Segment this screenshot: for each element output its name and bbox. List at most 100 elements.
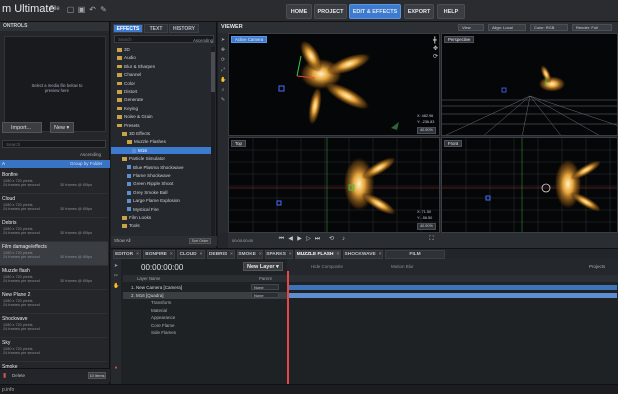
close-tab-icon[interactable]: × xyxy=(136,252,139,257)
group-header[interactable]: A Group by Folder xyxy=(0,160,110,168)
effect-tree-item[interactable]: Flame Shockwave xyxy=(111,172,211,179)
playhead[interactable] xyxy=(287,271,289,384)
save-icon[interactable]: ▣ xyxy=(77,5,86,14)
pen-tool-icon[interactable]: ✎ xyxy=(220,97,226,103)
rotate-tool-icon[interactable]: ⟳ xyxy=(220,57,226,63)
viewport-active-camera[interactable]: Active Camera X: 482.96 Y: -236.83 40.50… xyxy=(228,33,440,136)
media-sort-label[interactable]: Ascending xyxy=(80,152,101,157)
move-tool-icon[interactable]: ✥ xyxy=(220,47,226,53)
comp-tab[interactable]: FILM DAMAGE/EFFECTS× xyxy=(385,250,445,265)
nav-edit-effects[interactable]: EDIT & EFFECTS xyxy=(349,4,401,19)
close-tab-icon[interactable]: × xyxy=(259,252,262,257)
zoom-tool-icon[interactable]: ⌕ xyxy=(220,87,226,93)
tab-effects[interactable]: EFFECTS xyxy=(113,24,143,33)
effect-tree-item[interactable]: Blur & Sharpen xyxy=(111,63,211,70)
comp-tab[interactable]: SHOCKWAVE × xyxy=(343,250,383,259)
comp-tab[interactable]: EDITOR × xyxy=(113,250,141,259)
motion-blur-toggle[interactable]: Motion Blur xyxy=(391,264,414,269)
new-file-icon[interactable]: ▢ xyxy=(66,5,75,14)
nav-home[interactable]: HOME xyxy=(286,4,312,19)
close-tab-icon[interactable]: × xyxy=(170,252,173,257)
effect-tree-item[interactable]: Blue Plasma Shockwave xyxy=(111,164,211,171)
viewport-label-front[interactable]: Front xyxy=(444,140,463,147)
viewport-front[interactable]: Front xyxy=(441,137,618,233)
pan-tool-icon[interactable]: ✋ xyxy=(220,77,226,83)
effect-tree-item[interactable]: Large Flame Explosion xyxy=(111,197,211,204)
effects-sort-label[interactable]: Ascending xyxy=(193,37,213,44)
timeline-timecode[interactable]: 00:00:00:00 xyxy=(141,263,183,272)
effect-tree-item[interactable]: Muzzle Flashes xyxy=(111,138,211,145)
align-dropdown[interactable]: Align: Local xyxy=(488,24,526,31)
comp-tab[interactable]: CLOUD × xyxy=(177,250,205,259)
skip-start-icon[interactable]: ⏮ xyxy=(278,236,285,243)
close-tab-icon[interactable]: × xyxy=(336,252,339,257)
effect-tree-item[interactable]: Distort xyxy=(111,88,211,95)
layer-row[interactable]: 2. M16 [Quadra] None xyxy=(123,291,287,299)
select-tool-icon[interactable]: ➤ xyxy=(220,37,226,43)
media-item[interactable]: Cloud 1280 x 720 pixels 24 frames per seco… xyxy=(0,194,108,218)
viewport-perspective[interactable]: Perspective xyxy=(441,33,618,136)
wrench-icon[interactable]: ✎ xyxy=(99,5,108,14)
play-icon[interactable]: ▶ xyxy=(296,236,303,243)
close-tab-icon[interactable]: × xyxy=(289,252,292,257)
delete-button[interactable]: Delete xyxy=(12,373,25,378)
effect-tree-item[interactable]: Grey Smoke Ball xyxy=(111,189,211,196)
volume-icon[interactable]: ♪ xyxy=(340,236,347,243)
new-layer-button[interactable]: New Layer ▾ xyxy=(243,262,283,271)
layer-track-bar[interactable] xyxy=(289,292,617,298)
media-item[interactable]: Debris 1280 x 720 pixels 24 frames per sec… xyxy=(0,218,108,242)
effect-tree-item[interactable]: Presets xyxy=(111,122,211,129)
effect-tree-item[interactable]: Keying xyxy=(111,105,211,112)
effect-tree-item[interactable]: Color xyxy=(111,80,211,87)
comp-tab[interactable]: DEBRIS × xyxy=(207,250,235,259)
view-dropdown[interactable]: View xyxy=(458,24,484,31)
tab-history[interactable]: HISTORY xyxy=(169,24,199,33)
viewport-label-top[interactable]: Top xyxy=(231,140,246,147)
layer-track-bar[interactable] xyxy=(289,285,617,290)
comp-tab[interactable]: MUZZLE FLASH × xyxy=(295,250,341,259)
effects-search-input[interactable]: Search Ascending xyxy=(114,35,214,43)
media-item[interactable]: Shockwave 1280 x 720 pixels 24 frames per … xyxy=(0,314,108,338)
effect-tree-item[interactable]: Channel xyxy=(111,71,211,78)
effects-scrollbar-thumb[interactable] xyxy=(211,52,215,92)
layer-property-row[interactable]: Appearance xyxy=(123,314,287,321)
nav-project[interactable]: PROJECT xyxy=(314,4,347,19)
parent-select[interactable]: None xyxy=(251,291,279,298)
orbit-icon[interactable]: ⟳ xyxy=(433,53,439,61)
step-back-icon[interactable]: ◀ xyxy=(287,236,294,243)
show-all-dropdown[interactable]: Show All xyxy=(114,238,130,243)
tl-razor-icon[interactable]: ✂ xyxy=(113,273,119,279)
comp-tab[interactable]: SPARKS × xyxy=(265,250,293,259)
effect-tree-item[interactable]: 3D Effects xyxy=(111,130,211,137)
layer-row[interactable]: 1. New Camera [Camera] None xyxy=(123,284,287,291)
timeline-ruler[interactable] xyxy=(287,275,618,282)
media-item[interactable]: Film damage/effects 1280 x 720 pixels 24 f… xyxy=(0,242,108,266)
effect-tree-item[interactable]: Noise & Grain xyxy=(111,113,211,120)
effect-tree-item[interactable]: Mystical Fire xyxy=(111,206,211,213)
zoom-level[interactable]: 40.50% xyxy=(417,127,436,134)
import-button[interactable]: Import... xyxy=(2,122,42,133)
parent-select[interactable]: None xyxy=(251,284,279,290)
effect-tree-item[interactable]: Green Ripple Shoot xyxy=(111,180,211,187)
effect-tree-item[interactable]: Audio xyxy=(111,54,211,61)
new-button[interactable]: New ▾ xyxy=(50,122,74,133)
hide-composite-toggle[interactable]: Hide Composite xyxy=(311,264,343,269)
render-dropdown[interactable]: Render: Full xyxy=(572,24,612,31)
layer-property-row[interactable]: Material xyxy=(123,307,287,314)
media-item[interactable]: New Plane 2 1280 x 720 pixels 24 frames pe… xyxy=(0,290,108,314)
viewport-label-perspective[interactable]: Perspective xyxy=(444,36,475,43)
comp-tab[interactable]: SMOKE × xyxy=(237,250,263,259)
nav-help[interactable]: HELP xyxy=(437,4,465,19)
effect-tree-item[interactable]: Particle Simulator xyxy=(111,155,211,162)
scale-tool-icon[interactable]: ⤢ xyxy=(220,67,226,73)
media-item[interactable]: Muzzle flash 1280 x 720 pixels 24 frames p… xyxy=(0,266,108,290)
tl-select-icon[interactable]: ➤ xyxy=(113,263,119,269)
media-search-input[interactable]: Search xyxy=(2,140,106,148)
layer-property-row[interactable]: Core Flame xyxy=(123,322,287,329)
layer-property-row[interactable]: Transform xyxy=(123,299,287,306)
tab-text[interactable]: TEXT xyxy=(144,24,168,33)
effect-tree-item[interactable]: 3D xyxy=(111,46,211,53)
top-zoom-level[interactable]: 40.50% xyxy=(417,223,436,230)
nav-export[interactable]: EXPORT xyxy=(404,4,434,19)
media-item[interactable]: Sky 1280 x 720 pixels 24 frames per second xyxy=(0,338,108,362)
